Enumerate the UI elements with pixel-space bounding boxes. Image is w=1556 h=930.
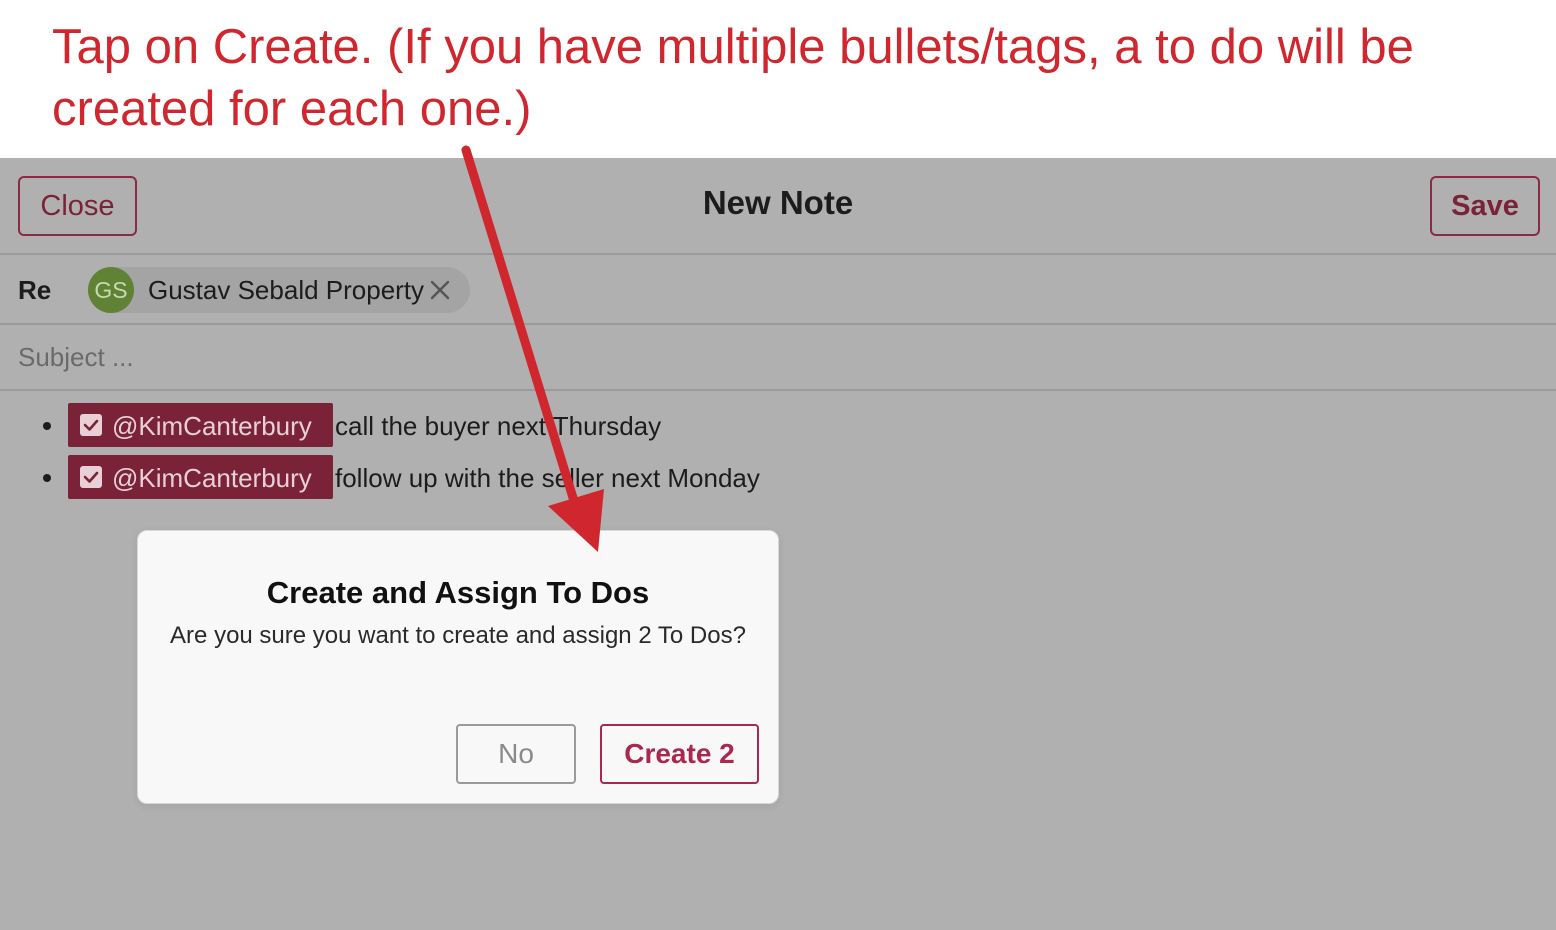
create-button[interactable]: Create 2: [600, 724, 759, 784]
bullet-text: follow up with the seller next Monday: [335, 463, 760, 493]
mention-name: @KimCanterbury: [112, 463, 312, 493]
mention-tag[interactable]: @KimCanterbury: [68, 455, 333, 499]
checkbox-checked-icon: [79, 413, 103, 437]
no-button[interactable]: No: [456, 724, 576, 784]
regarding-chip-label: Gustav Sebald Property: [148, 275, 425, 305]
bullet-text: call the buyer next Thursday: [335, 411, 662, 441]
bullet-dot: [43, 422, 51, 430]
mention-tag[interactable]: @KimCanterbury: [68, 403, 333, 447]
mention-name: @KimCanterbury: [112, 411, 312, 441]
checkbox-checked-icon: [79, 465, 103, 489]
subject-row: [0, 325, 1556, 391]
instruction-annotation: Tap on Create. (If you have multiple bul…: [52, 20, 1414, 136]
save-button[interactable]: Save: [1430, 176, 1540, 236]
page-title: New Note: [702, 184, 854, 221]
dialog-message: Are you sure you want to create and assi…: [170, 622, 746, 649]
confirm-dialog: Create and Assign To Dos Are you sure yo…: [137, 530, 779, 804]
list-item: @KimCanterbury follow up with the seller…: [0, 455, 1000, 499]
list-item: @KimCanterbury call the buyer next Thurs…: [0, 403, 1000, 447]
close-icon[interactable]: [428, 278, 452, 302]
new-note-screen: Close New Note Save Re GS Gustav Sebald …: [0, 158, 1556, 930]
dialog-title: Create and Assign To Dos: [266, 575, 650, 610]
regarding-chip[interactable]: GS Gustav Sebald Property: [88, 267, 470, 313]
note-header: Close New Note Save: [0, 158, 1556, 255]
avatar: GS: [88, 267, 134, 313]
regarding-row: Re GS Gustav Sebald Property: [0, 255, 1556, 325]
regarding-label: Re: [18, 275, 52, 305]
subject-input[interactable]: [18, 337, 818, 377]
bullet-dot: [43, 474, 51, 482]
